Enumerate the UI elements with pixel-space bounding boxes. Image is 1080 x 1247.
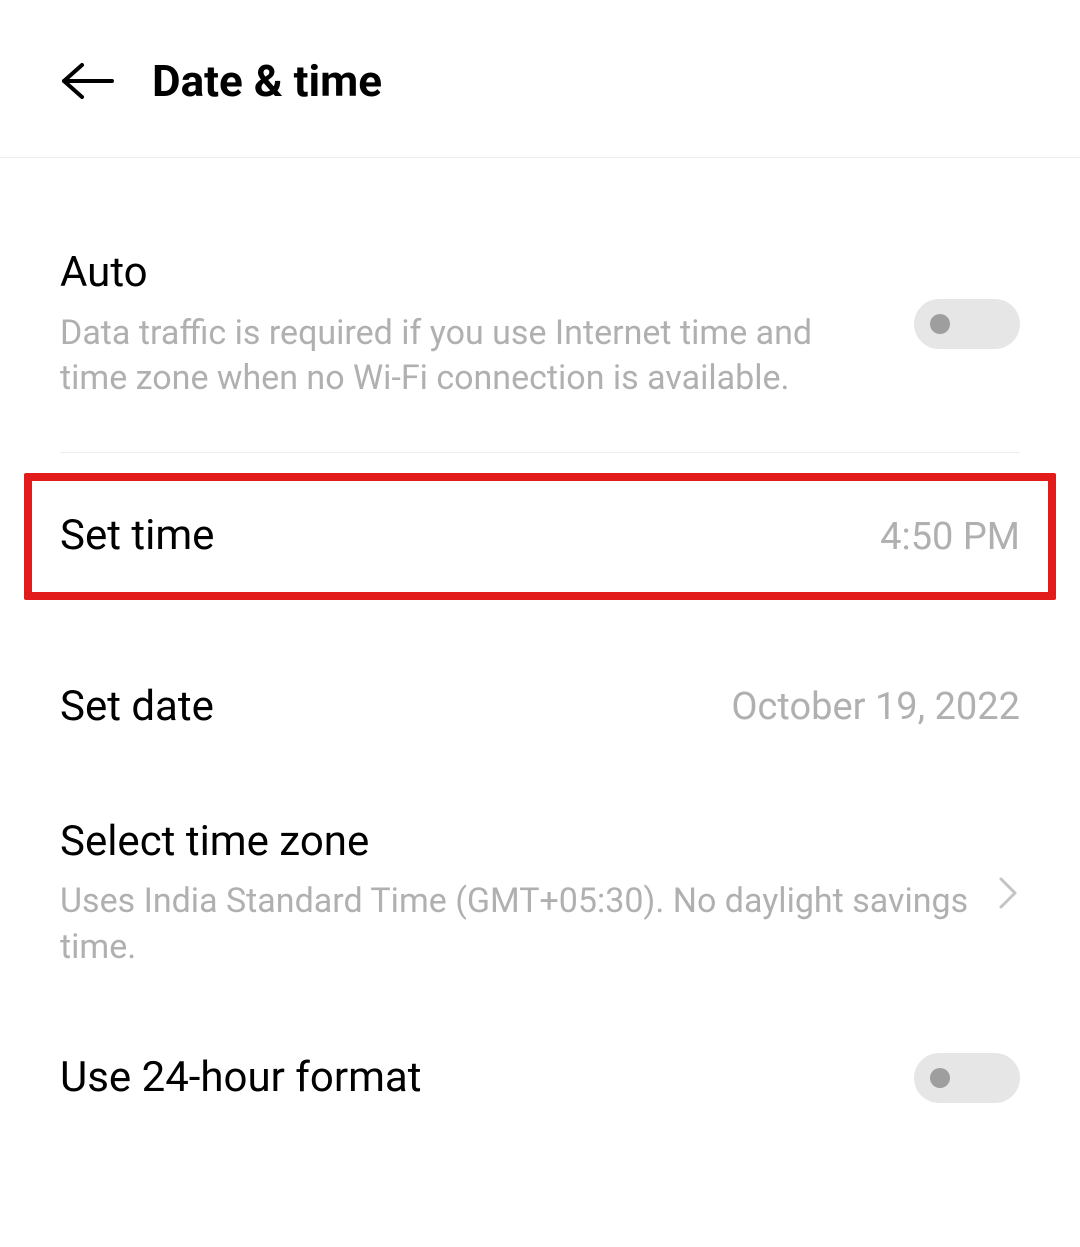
auto-label: Auto: [60, 246, 884, 301]
use-24h-label: Use 24-hour format: [60, 1051, 884, 1106]
auto-toggle[interactable]: [914, 299, 1020, 349]
auto-description: Data traffic is required if you use Inte…: [60, 311, 884, 403]
timezone-text: Select time zone Uses India Standard Tim…: [60, 815, 980, 971]
header: Date & time: [0, 0, 1080, 158]
use-24h-text: Use 24-hour format: [60, 1051, 914, 1106]
set-date-value: October 19, 2022: [731, 685, 1020, 729]
use-24h-row[interactable]: Use 24-hour format: [60, 1011, 1020, 1146]
page-title: Date & time: [152, 55, 382, 107]
toggle-knob: [930, 314, 950, 334]
toggle-knob: [930, 1068, 950, 1088]
set-time-text: Set time: [60, 509, 880, 564]
timezone-row[interactable]: Select time zone Uses India Standard Tim…: [60, 775, 1020, 1011]
set-time-row[interactable]: Set time 4:50 PM: [60, 509, 1020, 564]
set-date-row[interactable]: Set date October 19, 2022: [60, 640, 1020, 775]
chevron-right-icon: [996, 873, 1020, 913]
set-time-highlight: Set time 4:50 PM: [24, 473, 1056, 600]
set-date-label: Set date: [60, 680, 701, 735]
timezone-label: Select time zone: [60, 815, 970, 870]
back-arrow-icon[interactable]: [60, 61, 116, 101]
set-time-value: 4:50 PM: [880, 515, 1020, 559]
timezone-description: Uses India Standard Time (GMT+05:30). No…: [60, 879, 970, 971]
use-24h-toggle[interactable]: [914, 1053, 1020, 1103]
settings-list: Auto Data traffic is required if you use…: [0, 158, 1080, 1146]
set-time-label: Set time: [60, 509, 850, 564]
auto-setting-row[interactable]: Auto Data traffic is required if you use…: [60, 158, 1020, 453]
set-date-text: Set date: [60, 680, 731, 735]
auto-setting-text: Auto Data traffic is required if you use…: [60, 246, 914, 402]
